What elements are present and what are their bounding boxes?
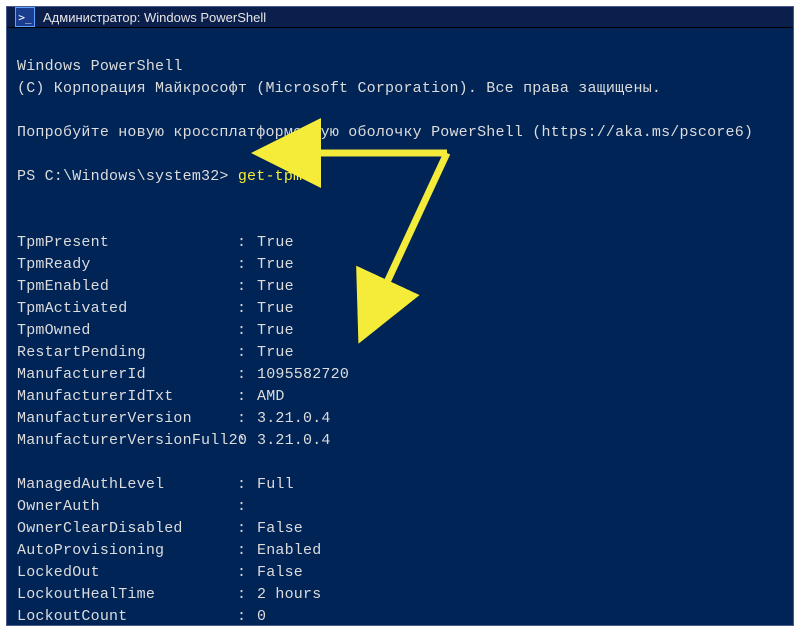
output-value: True — [257, 232, 294, 254]
output-row: LockoutCount : 0 — [17, 606, 783, 626]
output-colon: : — [237, 430, 257, 452]
output-value: Full — [257, 474, 294, 496]
output-row: LockedOut : False — [17, 562, 783, 584]
output-value: 3.21.0.4 — [257, 408, 331, 430]
output-key: TpmEnabled — [17, 276, 237, 298]
output-value: True — [257, 254, 294, 276]
output-key: LockedOut — [17, 562, 237, 584]
output-row: ManufacturerId : 1095582720 — [17, 364, 783, 386]
output-colon: : — [237, 474, 257, 496]
output-row: TpmEnabled : True — [17, 276, 783, 298]
output-row: AutoProvisioning : Enabled — [17, 540, 783, 562]
screenshot-frame: >_ Администратор: Windows PowerShell Win… — [0, 0, 800, 632]
output-value: 1095582720 — [257, 364, 349, 386]
output-colon: : — [237, 276, 257, 298]
output-key: TpmPresent — [17, 232, 237, 254]
output-value: 2 hours — [257, 584, 321, 606]
output-value: 0 — [257, 606, 266, 626]
output-row: ManufacturerVersionFull20: 3.21.0.4 — [17, 430, 783, 452]
output-colon: : — [237, 584, 257, 606]
output-value: False — [257, 562, 303, 584]
powershell-window: >_ Администратор: Windows PowerShell Win… — [6, 6, 794, 626]
output-row: RestartPending : True — [17, 342, 783, 364]
output-colon: : — [237, 408, 257, 430]
output-value: False — [257, 518, 303, 540]
command-text: get-tpm — [238, 168, 302, 185]
output-key: TpmReady — [17, 254, 237, 276]
terminal-area[interactable]: Windows PowerShell (C) Корпорация Майкро… — [7, 28, 793, 626]
output-colon: : — [237, 496, 257, 518]
output-colon: : — [237, 606, 257, 626]
output-key: LockoutHealTime — [17, 584, 237, 606]
output-value: True — [257, 298, 294, 320]
output-key: OwnerClearDisabled — [17, 518, 237, 540]
output-key: ManufacturerVersionFull20 — [17, 430, 237, 452]
output-key: AutoProvisioning — [17, 540, 237, 562]
output-key: ManagedAuthLevel — [17, 474, 237, 496]
output-colon: : — [237, 386, 257, 408]
output-colon: : — [237, 342, 257, 364]
output-value: True — [257, 320, 294, 342]
output-value: True — [257, 342, 294, 364]
banner-line-1: Windows PowerShell — [17, 58, 183, 75]
output-block-2: ManagedAuthLevel : FullOwnerAuth : Owner… — [17, 474, 783, 626]
output-value: 3.21.0.4 — [257, 430, 331, 452]
output-row: TpmOwned : True — [17, 320, 783, 342]
output-block-1: TpmPresent : TrueTpmReady : TrueTpmEnabl… — [17, 232, 783, 452]
output-colon: : — [237, 562, 257, 584]
output-colon: : — [237, 232, 257, 254]
output-colon: : — [237, 364, 257, 386]
output-colon: : — [237, 540, 257, 562]
window-title: Администратор: Windows PowerShell — [43, 10, 266, 25]
output-row: OwnerClearDisabled : False — [17, 518, 783, 540]
output-colon: : — [237, 254, 257, 276]
banner-line-3: Попробуйте новую кроссплатформенную обол… — [17, 124, 753, 141]
output-value: Enabled — [257, 540, 321, 562]
output-key: LockoutCount — [17, 606, 237, 626]
output-key: OwnerAuth — [17, 496, 237, 518]
output-row: TpmReady : True — [17, 254, 783, 276]
output-row: TpmActivated : True — [17, 298, 783, 320]
output-key: TpmOwned — [17, 320, 237, 342]
prompt-text: PS C:\Windows\system32> — [17, 168, 238, 185]
powershell-icon-glyph: >_ — [18, 11, 31, 24]
output-key: TpmActivated — [17, 298, 237, 320]
output-key: ManufacturerId — [17, 364, 237, 386]
output-value: True — [257, 276, 294, 298]
window-titlebar[interactable]: >_ Администратор: Windows PowerShell — [7, 7, 793, 28]
output-row: TpmPresent : True — [17, 232, 783, 254]
output-key: ManufacturerVersion — [17, 408, 237, 430]
output-row: ManagedAuthLevel : Full — [17, 474, 783, 496]
output-row: LockoutHealTime : 2 hours — [17, 584, 783, 606]
output-colon: : — [237, 320, 257, 342]
banner-line-2: (C) Корпорация Майкрософт (Microsoft Cor… — [17, 80, 661, 97]
output-key: RestartPending — [17, 342, 237, 364]
output-colon: : — [237, 298, 257, 320]
output-colon: : — [237, 518, 257, 540]
output-key: ManufacturerIdTxt — [17, 386, 237, 408]
output-row: ManufacturerVersion : 3.21.0.4 — [17, 408, 783, 430]
output-row: ManufacturerIdTxt : AMD — [17, 386, 783, 408]
output-row: OwnerAuth : — [17, 496, 783, 518]
powershell-icon: >_ — [15, 7, 35, 27]
output-value: AMD — [257, 386, 285, 408]
